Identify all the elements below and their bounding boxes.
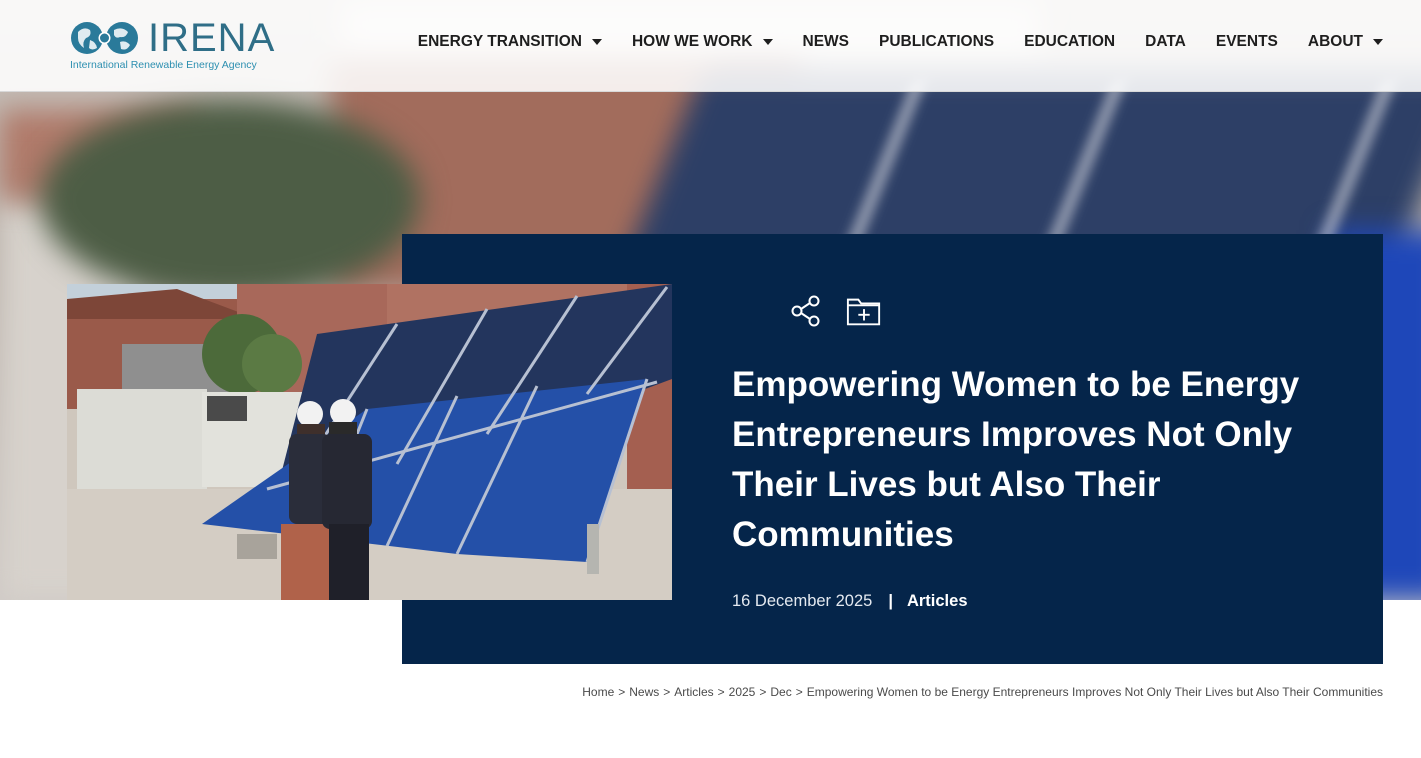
nav-item-label: PUBLICATIONS xyxy=(879,33,995,50)
caret-down-icon xyxy=(762,39,773,45)
logo-tagline: International Renewable Energy Agency xyxy=(70,59,257,71)
breadcrumb: Home > News > Articles > 2025 > Dec > Em… xyxy=(582,685,1383,699)
breadcrumb-separator: > xyxy=(618,685,626,699)
article-photo xyxy=(67,284,672,600)
nav-item-label: EDUCATION xyxy=(1024,33,1116,50)
share-icon[interactable] xyxy=(788,294,824,328)
breadcrumb-year[interactable]: 2025 xyxy=(729,685,756,699)
nav-item-news[interactable]: NEWS xyxy=(803,31,850,53)
nav-item-label: ENERGY TRANSITION xyxy=(417,33,582,50)
nav-item-label: ABOUT xyxy=(1307,33,1363,50)
breadcrumb-articles[interactable]: Articles xyxy=(674,685,713,699)
caret-down-icon xyxy=(591,39,602,45)
breadcrumb-separator: > xyxy=(717,685,725,699)
nav-item-education[interactable]: EDUCATION xyxy=(1024,31,1115,53)
breadcrumb-news[interactable]: News xyxy=(629,685,659,699)
nav-item-events[interactable]: EVENTS xyxy=(1216,31,1278,53)
nav-item-about[interactable]: ABOUT xyxy=(1308,31,1383,53)
meta-separator: | xyxy=(888,592,893,610)
breadcrumb-separator: > xyxy=(663,685,671,699)
add-to-folder-icon[interactable] xyxy=(846,294,882,328)
nav-item-data[interactable]: DATA xyxy=(1145,31,1186,53)
nav-item-how-we-work[interactable]: HOW WE WORK xyxy=(632,31,773,53)
breadcrumb-month[interactable]: Dec xyxy=(770,685,791,699)
main-nav: ENERGY TRANSITION HOW WE WORK NEWS PUBLI… xyxy=(388,31,1383,53)
nav-item-label: NEWS xyxy=(802,33,850,50)
nav-item-label: DATA xyxy=(1145,33,1186,50)
site-header: IRENA International Renewable Energy Age… xyxy=(0,0,1421,92)
irena-logo[interactable]: IRENA International Renewable Energy Age… xyxy=(70,16,274,74)
nav-item-energy-transition[interactable]: ENERGY TRANSITION xyxy=(418,31,602,53)
nav-item-label: HOW WE WORK xyxy=(631,33,753,50)
article-meta: 16 December 2025 | Articles xyxy=(732,592,968,611)
solar-panels-photo xyxy=(67,284,672,600)
article-category-link[interactable]: Articles xyxy=(907,592,968,611)
breadcrumb-separator: > xyxy=(795,685,803,699)
breadcrumb-home[interactable]: Home xyxy=(582,685,614,699)
nav-item-label: EVENTS xyxy=(1215,33,1278,50)
globe-icon xyxy=(71,22,138,54)
nav-item-publications[interactable]: PUBLICATIONS xyxy=(879,31,994,53)
breadcrumb-separator: > xyxy=(759,685,767,699)
article-date: 16 December 2025 xyxy=(732,592,873,610)
logo-wordmark: IRENA xyxy=(148,16,276,60)
article-actions xyxy=(788,294,882,328)
article-title: Empowering Women to be Energy Entreprene… xyxy=(732,365,1300,554)
caret-down-icon xyxy=(1373,39,1383,45)
breadcrumb-current: Empowering Women to be Energy Entreprene… xyxy=(806,685,1383,699)
